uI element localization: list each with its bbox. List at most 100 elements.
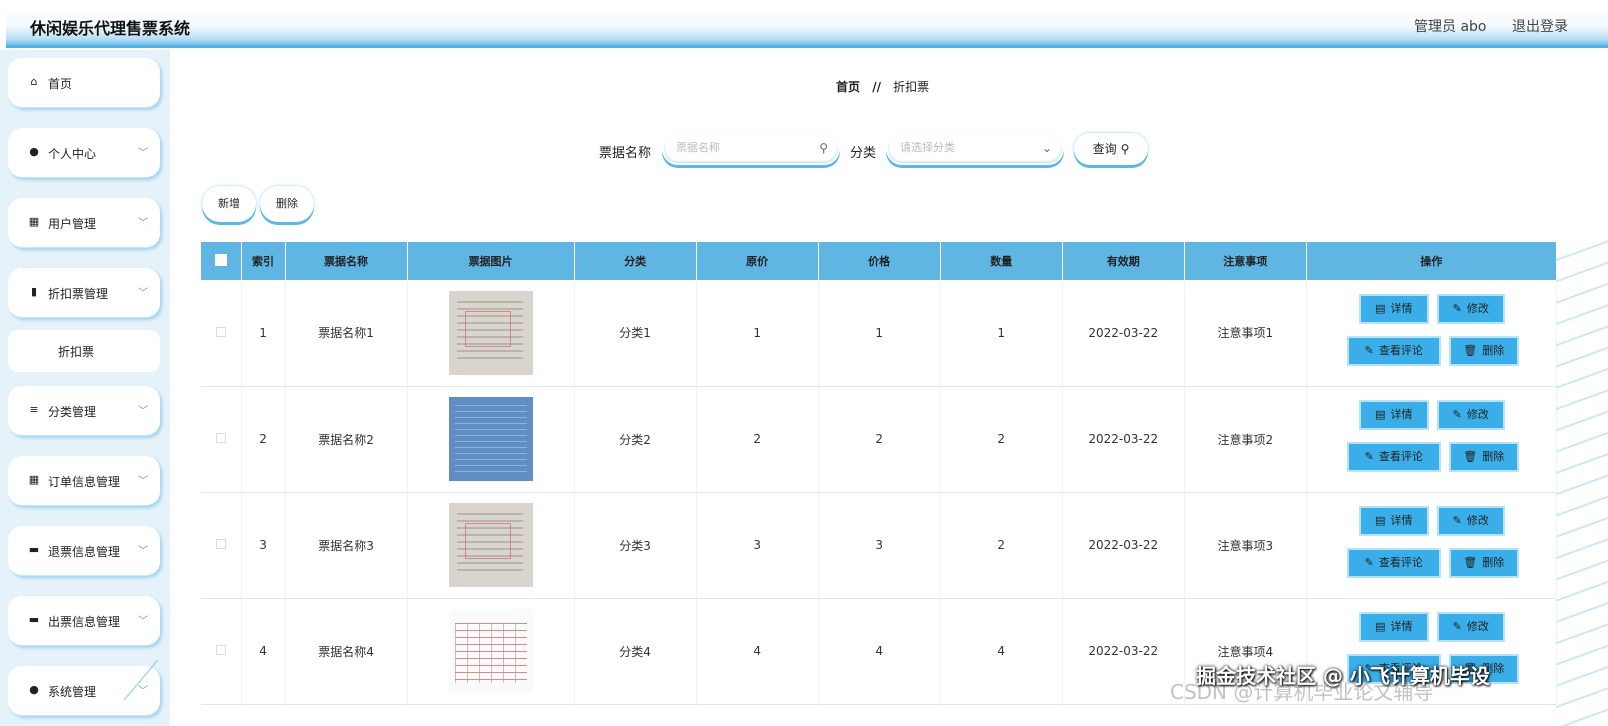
detail-button[interactable]: ▤ 详情 [1358, 506, 1429, 536]
edit-button[interactable]: ✎ 修改 [1436, 506, 1505, 536]
sidebar-item-order-management[interactable]: ▦ 订单信息管理 ﹀ [8, 456, 160, 506]
row-checkbox[interactable] [215, 645, 226, 655]
row-checkbox[interactable] [215, 326, 226, 337]
cell-original-price: 2 [696, 386, 819, 492]
breadcrumb-separator: // [872, 80, 881, 94]
search-icon: ⚲ [819, 141, 828, 155]
cell-price: 1 [818, 280, 941, 386]
top-header: 休闲娱乐代理售票系统 管理员 abo 退出登录 [6, 4, 1608, 48]
category-select[interactable]: ⌄ [886, 133, 1064, 165]
sidebar-item-personal-center[interactable]: ● 个人中心 ﹀ [8, 128, 160, 178]
cell-ticket-image [407, 386, 575, 492]
cell-category: 分类1 [574, 280, 697, 386]
detail-button[interactable]: ▤ 详情 [1358, 612, 1429, 642]
detail-icon: ▤ [1375, 301, 1386, 315]
row-checkbox-cell[interactable] [201, 386, 242, 492]
logout-link[interactable]: 退出登录 [1512, 16, 1568, 36]
edit-button-label: 修改 [1466, 408, 1489, 421]
cell-index: 4 [241, 598, 286, 704]
ticket-name-input[interactable] [676, 141, 806, 154]
ticket-thumbnail[interactable] [448, 397, 533, 481]
delete-button[interactable]: 🗑 删除 [1448, 335, 1519, 366]
edit-button[interactable]: ✎ 修改 [1436, 612, 1505, 642]
ticket-name-label: 票据名称 [599, 146, 652, 161]
category-select-input[interactable] [900, 141, 1030, 154]
ticket-name-field[interactable]: ⚲ [662, 133, 840, 165]
sidebar-item-ticket-issue-management[interactable]: ▬ 出票信息管理 ﹀ [8, 596, 160, 646]
column-header: 有效期 [1062, 242, 1185, 280]
select-all-checkbox-cell[interactable] [201, 242, 242, 280]
cell-category: 分类3 [574, 492, 697, 598]
cell-quantity: 1 [940, 280, 1063, 386]
bar-icon: ▮ [30, 285, 38, 298]
detail-button[interactable]: ▤ 详情 [1358, 293, 1429, 324]
column-header: 价格 [818, 242, 941, 280]
row-checkbox[interactable] [215, 433, 226, 443]
app-title: 休闲娱乐代理售票系统 [30, 19, 191, 38]
sidebar-item-label: 系统管理 [48, 685, 97, 699]
column-header: 数量 [940, 242, 1063, 280]
view-comments-button[interactable]: ✎ 查看评论 [1346, 335, 1441, 366]
view-comments-button[interactable]: ✎ 查看评论 [1346, 442, 1441, 472]
detail-button[interactable]: ▤ 详情 [1358, 400, 1429, 430]
edit-button[interactable]: ✎ 修改 [1436, 400, 1505, 430]
decorative-stripe [1556, 240, 1608, 726]
view-comments-button-label: 查看评论 [1378, 343, 1423, 357]
sidebar-subitem-discount-ticket[interactable]: 折扣票 [8, 330, 160, 372]
trash-icon: 🗑 [1463, 343, 1478, 357]
edit-button[interactable]: ✎ 修改 [1436, 293, 1505, 324]
edit-icon: ✎ [1452, 301, 1462, 315]
ticket-thumbnail[interactable] [448, 503, 533, 587]
sidebar-item-category-management[interactable]: ≡ 分类管理 ﹀ [8, 386, 160, 436]
table-header-row: 索引 票据名称 票据图片 分类 原价 价格 数量 有效期 注意事项 操作 [201, 242, 1557, 280]
cell-price: 3 [818, 492, 941, 598]
table-row: 2 票据名称2 分类2 2 2 2 2022-03-22 注意事项2 ▤ 详情 ✎ 修改 ✎ 查看评论 🗑 删… [201, 386, 1557, 492]
chevron-down-icon: ﹀ [138, 218, 148, 229]
delete-button-label: 删除 [1482, 343, 1505, 357]
sidebar-item-label: 首页 [48, 77, 73, 91]
column-header: 操作 [1306, 242, 1557, 280]
user-icon: ● [29, 683, 39, 696]
row-checkbox[interactable] [215, 539, 226, 549]
breadcrumb-current: 折扣票 [893, 80, 930, 94]
row-checkbox-cell[interactable] [201, 598, 242, 704]
detail-button-label: 详情 [1390, 408, 1413, 421]
cell-valid-until: 2022-03-22 [1062, 386, 1185, 492]
cell-operations: ▤ 详情 ✎ 修改 ✎ 查看评论 🗑 删除 [1306, 492, 1557, 598]
chevron-down-icon: ⌄ [1041, 141, 1052, 155]
edit-button-label: 修改 [1466, 514, 1489, 527]
ticket-thumbnail[interactable] [448, 609, 533, 693]
delete-button[interactable]: 🗑 删除 [1448, 548, 1519, 578]
query-button[interactable]: 查询 ⚲ [1074, 133, 1148, 165]
delete-button[interactable]: 🗑 删除 [1448, 442, 1519, 472]
watermark-juejin: 掘金技术社区 @ 小飞计算机毕设 [1196, 664, 1490, 688]
cell-price: 4 [818, 598, 941, 704]
add-button[interactable]: 新增 [202, 186, 256, 222]
monitor-icon: ▬ [28, 543, 40, 556]
admin-label: 管理员 abo [1414, 19, 1487, 35]
sidebar-item-refund-management[interactable]: ▬ 退票信息管理 ﹀ [8, 526, 160, 576]
row-checkbox-cell[interactable] [201, 492, 242, 598]
cell-quantity: 2 [940, 386, 1063, 492]
edit-icon: ✎ [1364, 556, 1374, 569]
sidebar-item-home[interactable]: ⌂ 首页 [8, 58, 160, 108]
row-actions: ▤ 详情 ✎ 修改 ✎ 查看评论 🗑 删除 [1307, 394, 1556, 484]
detail-icon: ▤ [1375, 514, 1386, 527]
detail-button-label: 详情 [1390, 514, 1413, 527]
select-all-checkbox[interactable] [214, 253, 227, 266]
cell-ticket-image [407, 492, 575, 598]
view-comments-button[interactable]: ✎ 查看评论 [1346, 548, 1441, 578]
sidebar-item-discount-ticket-management[interactable]: ▮ 折扣票管理 ﹀ [8, 268, 160, 318]
cell-valid-until: 2022-03-22 [1062, 280, 1185, 386]
cell-price: 2 [818, 386, 941, 492]
cell-category: 分类2 [574, 386, 697, 492]
breadcrumb-home[interactable]: 首页 [836, 80, 860, 94]
table-row: 3 票据名称3 分类3 3 3 2 2022-03-22 注意事项3 ▤ 详情 ✎ 修改 ✎ 查看评论 🗑 删… [201, 492, 1557, 598]
ticket-thumbnail[interactable] [448, 290, 533, 375]
batch-delete-button[interactable]: 删除 [260, 186, 314, 222]
cell-ticket-name: 票据名称2 [285, 386, 408, 492]
sidebar-item-user-management[interactable]: ▦ 用户管理 ﹀ [8, 198, 160, 248]
chevron-down-icon: ﹀ [138, 148, 148, 159]
row-checkbox-cell[interactable] [201, 280, 242, 386]
user-icon: ● [29, 145, 39, 158]
